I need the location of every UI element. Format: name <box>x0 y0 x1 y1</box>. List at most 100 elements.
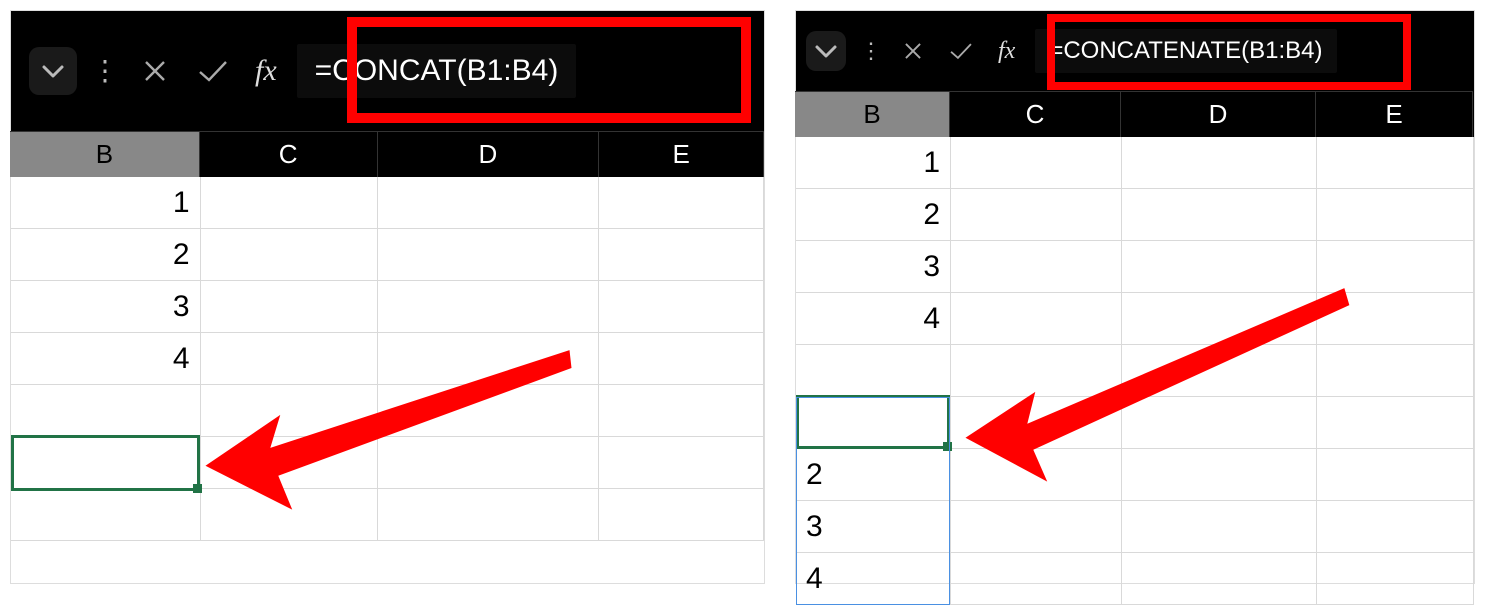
result-value: 1234 <box>21 446 88 480</box>
cell-b1[interactable]: 1 <box>796 137 951 189</box>
formula-bar: ⋮ fx =CONCAT(B1:B4) <box>11 11 764 131</box>
cell-b5[interactable] <box>796 345 951 397</box>
cancel-formula-button[interactable] <box>896 40 930 62</box>
cell-b6[interactable]: 1234 <box>11 437 201 489</box>
cell-d4[interactable] <box>378 333 599 385</box>
cell-b2[interactable]: 2 <box>11 229 201 281</box>
col-header-d[interactable]: D <box>378 131 600 177</box>
spreadsheet-grid[interactable]: 1 2 3 4 <box>11 177 764 541</box>
drag-dots-icon: ⋮ <box>860 40 882 62</box>
cell-e4[interactable] <box>1317 293 1474 345</box>
col-header-b[interactable]: B <box>795 91 950 137</box>
cell-e5[interactable] <box>599 385 764 437</box>
cancel-formula-button[interactable] <box>133 57 177 85</box>
cell-c3[interactable] <box>201 281 379 333</box>
cell-c4[interactable] <box>951 293 1122 345</box>
cell-c3[interactable] <box>951 241 1122 293</box>
col-header-d[interactable]: D <box>1121 91 1316 137</box>
spreadsheet-grid[interactable]: 1 2 3 4 <box>796 137 1474 605</box>
name-box-dropdown[interactable] <box>806 31 846 71</box>
cell-c1[interactable] <box>951 137 1122 189</box>
cell-c4[interactable] <box>201 333 379 385</box>
excel-window-concat: ⋮ fx =CONCAT(B1:B4) B C D E 1 <box>10 10 765 584</box>
col-header-c[interactable]: C <box>950 91 1121 137</box>
cell-d6[interactable] <box>1122 397 1317 449</box>
col-label: E <box>672 139 689 170</box>
cell-d2[interactable] <box>378 229 599 281</box>
col-header-e[interactable]: E <box>599 131 764 177</box>
col-label: C <box>279 139 298 170</box>
cell-e6[interactable] <box>1317 397 1474 449</box>
col-label: D <box>478 139 497 170</box>
col-label: D <box>1209 99 1228 130</box>
col-header-c[interactable]: C <box>200 131 378 177</box>
insert-function-button[interactable]: fx <box>998 38 1015 65</box>
cell-e3[interactable] <box>1317 241 1474 293</box>
cell-c9[interactable] <box>951 553 1122 605</box>
cell-b4[interactable]: 4 <box>796 293 951 345</box>
cell-d2[interactable] <box>1122 189 1317 241</box>
cell-c8[interactable] <box>951 501 1122 553</box>
cell-c2[interactable] <box>951 189 1122 241</box>
cell-d9[interactable] <box>1122 553 1317 605</box>
accept-formula-button[interactable] <box>191 57 235 85</box>
col-label: C <box>1026 99 1045 130</box>
cell-c5[interactable] <box>951 345 1122 397</box>
cell-d5[interactable] <box>1122 345 1317 397</box>
cell-c7[interactable] <box>201 489 379 541</box>
cell-d7[interactable] <box>1122 449 1317 501</box>
cell-e3[interactable] <box>599 281 764 333</box>
cell-d4[interactable] <box>1122 293 1317 345</box>
cell-e9[interactable] <box>1317 553 1474 605</box>
cell-d6[interactable] <box>378 437 599 489</box>
cell-c2[interactable] <box>201 229 379 281</box>
col-header-e[interactable]: E <box>1316 91 1473 137</box>
cell-b9[interactable]: 4 <box>796 553 951 605</box>
cell-e1[interactable] <box>599 177 764 229</box>
cell-b8[interactable]: 3 <box>796 501 951 553</box>
cell-d1[interactable] <box>378 177 599 229</box>
cell-d1[interactable] <box>1122 137 1317 189</box>
cell-e1[interactable] <box>1317 137 1474 189</box>
column-headers: B C D E <box>796 91 1474 137</box>
cell-c1[interactable] <box>201 177 379 229</box>
cell-d3[interactable] <box>378 281 599 333</box>
cell-b7[interactable]: 2 <box>796 449 951 501</box>
formula-bar: ⋮ fx =CONCATENATE(B1:B4) <box>796 11 1474 91</box>
formula-input[interactable]: =CONCATENATE(B1:B4) <box>1035 29 1336 73</box>
cell-e5[interactable] <box>1317 345 1474 397</box>
col-label: E <box>1385 99 1402 130</box>
cell-b7[interactable] <box>11 489 201 541</box>
cell-e6[interactable] <box>599 437 764 489</box>
cell-c6[interactable] <box>951 397 1122 449</box>
accept-formula-button[interactable] <box>944 40 978 62</box>
cell-d3[interactable] <box>1122 241 1317 293</box>
cell-c5[interactable] <box>201 385 379 437</box>
name-box-dropdown[interactable] <box>29 47 77 95</box>
drag-dots-icon: ⋮ <box>91 57 119 85</box>
col-header-b[interactable]: B <box>10 131 200 177</box>
cell-b2[interactable]: 2 <box>796 189 951 241</box>
excel-window-concatenate: ⋮ fx =CONCATENATE(B1:B4) B C D E 1 <box>795 10 1475 584</box>
cell-e2[interactable] <box>599 229 764 281</box>
cell-d5[interactable] <box>378 385 599 437</box>
column-headers: B C D E <box>11 131 764 177</box>
cell-d8[interactable] <box>1122 501 1317 553</box>
cell-e7[interactable] <box>599 489 764 541</box>
cell-e8[interactable] <box>1317 501 1474 553</box>
cell-c6[interactable] <box>201 437 379 489</box>
formula-input[interactable]: =CONCAT(B1:B4) <box>297 44 577 98</box>
cell-b4[interactable]: 4 <box>11 333 201 385</box>
cell-e2[interactable] <box>1317 189 1474 241</box>
cell-c7[interactable] <box>951 449 1122 501</box>
cell-e7[interactable] <box>1317 449 1474 501</box>
cell-b1[interactable]: 1 <box>11 177 201 229</box>
col-label: B <box>863 99 880 130</box>
insert-function-button[interactable]: fx <box>255 54 277 88</box>
cell-b3[interactable]: 3 <box>11 281 201 333</box>
cell-d7[interactable] <box>378 489 599 541</box>
cell-b6[interactable]: 1 <box>796 397 951 449</box>
cell-e4[interactable] <box>599 333 764 385</box>
cell-b5[interactable] <box>11 385 201 437</box>
cell-b3[interactable]: 3 <box>796 241 951 293</box>
